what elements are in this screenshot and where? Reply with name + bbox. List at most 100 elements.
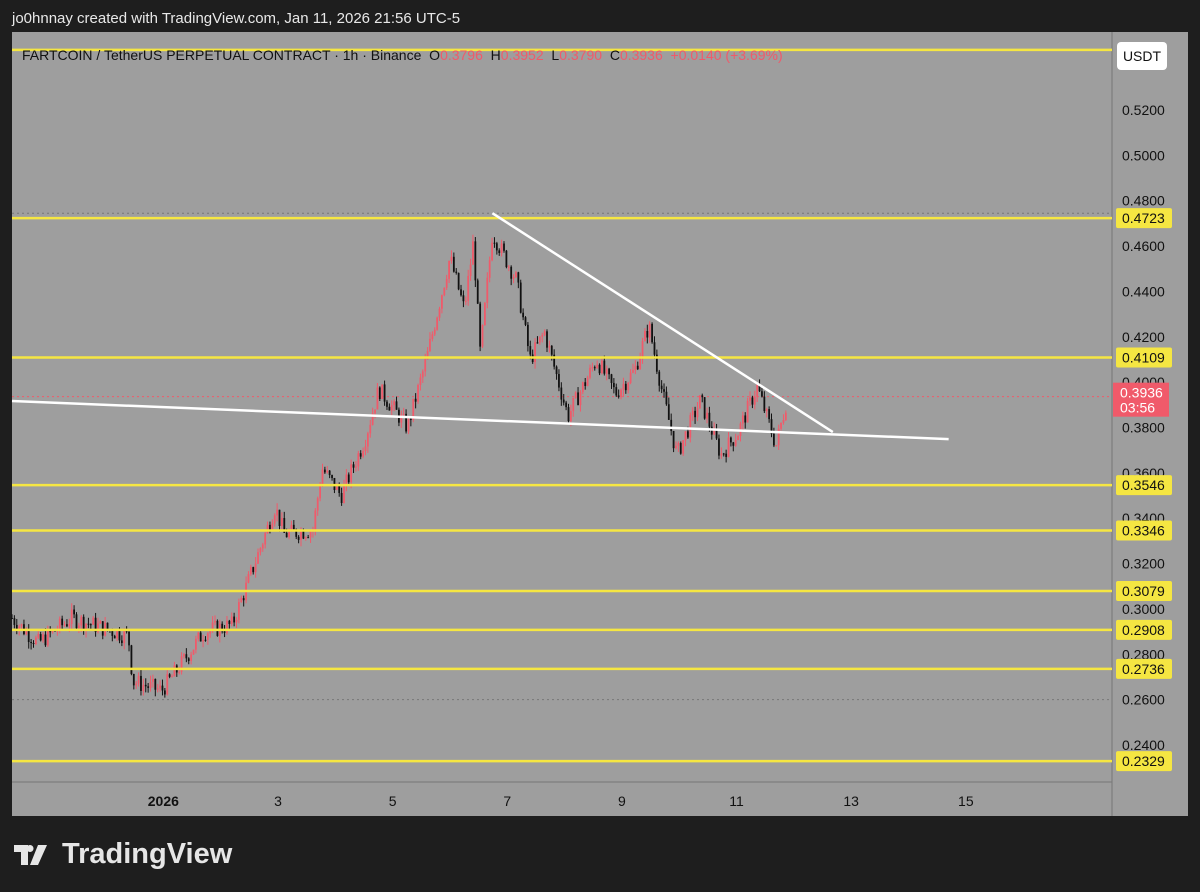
candle-body <box>608 368 610 375</box>
candle-body <box>620 389 622 398</box>
candle-body <box>725 453 728 457</box>
candle-body <box>455 271 458 273</box>
candle-body <box>252 567 255 573</box>
candle-body <box>749 397 751 401</box>
candle-body <box>622 383 625 390</box>
candle-body <box>591 367 594 369</box>
price-chart[interactable]: 0.52000.50000.48000.46000.44000.42000.40… <box>0 0 1200 892</box>
candle-body <box>574 392 577 398</box>
candle-body <box>510 266 513 279</box>
candle-body <box>340 493 343 503</box>
candle-body <box>488 260 491 278</box>
time-tick-label: 11 <box>729 793 744 809</box>
candle-body <box>171 676 173 678</box>
candle-body <box>237 602 240 620</box>
time-tick-label: 2026 <box>148 793 179 809</box>
trendline[interactable] <box>11 399 949 441</box>
price-tick-label: 0.4400 <box>1122 283 1165 299</box>
candle-body <box>498 250 501 253</box>
price-tick-label: 0.3800 <box>1122 420 1165 436</box>
candle-body <box>159 685 161 689</box>
candle-body <box>230 616 233 624</box>
symbol-title: FARTCOIN / TetherUS PERPETUAL CONTRACT ·… <box>22 47 422 63</box>
candle-body <box>364 446 367 452</box>
candle-body <box>701 395 704 398</box>
candle-body <box>421 371 424 378</box>
level-price-label: 0.2329 <box>1122 753 1165 769</box>
candle-body <box>730 437 732 443</box>
candle-body <box>558 374 560 388</box>
candle-body <box>409 418 412 421</box>
candle-body <box>612 382 615 388</box>
candle-body <box>30 642 33 644</box>
candle-body <box>462 295 465 302</box>
candle-body <box>660 385 663 390</box>
tradingview-logo: TradingView <box>14 838 232 871</box>
candle-body <box>70 609 73 624</box>
candle-body <box>519 282 522 313</box>
price-tick-label: 0.2400 <box>1122 737 1165 753</box>
candle-body <box>388 406 391 411</box>
candle-body <box>732 442 735 446</box>
candle-body <box>402 413 405 415</box>
candle-body <box>390 405 393 411</box>
candle-body <box>646 330 649 338</box>
candle-body <box>300 530 302 540</box>
candle-body <box>178 671 181 673</box>
candle-body <box>132 673 135 686</box>
candle-body <box>386 401 388 407</box>
candle-body <box>722 453 725 455</box>
candle-body <box>328 470 331 476</box>
candle-body <box>154 678 157 690</box>
candle-body <box>417 384 419 402</box>
candle-body <box>562 399 565 403</box>
candle-body <box>479 303 482 347</box>
candle-body <box>641 341 644 358</box>
candle-body <box>696 408 699 418</box>
candle-body <box>302 530 305 539</box>
candle-body <box>569 411 572 422</box>
high-value: 0.3952 <box>500 47 544 63</box>
candle-body <box>292 524 295 530</box>
candle-body <box>627 382 630 391</box>
candle-body <box>517 272 520 283</box>
candle-body <box>560 387 563 400</box>
candle-body <box>780 422 782 429</box>
candle-body <box>44 634 47 646</box>
candle-body <box>503 243 505 251</box>
candle-body <box>484 302 486 325</box>
candle-body <box>235 619 238 623</box>
candle-body <box>326 470 329 473</box>
candle-body <box>80 616 83 626</box>
candle-body <box>195 638 197 650</box>
candle-body <box>474 241 477 281</box>
candle-body <box>280 518 283 526</box>
candle-body <box>190 654 193 661</box>
change-value: +0.0140 (+3.69%) <box>670 47 783 63</box>
candle-body <box>204 639 207 641</box>
candle-body <box>223 631 226 633</box>
candle-body <box>457 272 460 290</box>
candle-body <box>644 330 646 342</box>
candle-body <box>123 630 126 644</box>
candle-body <box>359 453 362 457</box>
candle-body <box>216 620 219 636</box>
candle-body <box>352 464 355 468</box>
trendline[interactable] <box>491 212 834 434</box>
currency-button[interactable]: USDT <box>1117 42 1167 70</box>
candle-body <box>120 640 123 644</box>
candle-body <box>718 438 720 456</box>
candle-body <box>249 567 252 575</box>
candle-body <box>161 685 164 691</box>
candle-body <box>228 620 231 624</box>
candle-body <box>460 289 462 296</box>
candle-body <box>579 392 582 406</box>
candle-body <box>634 365 637 371</box>
candle-body <box>149 681 152 688</box>
candle-body <box>278 509 281 526</box>
candle-body <box>264 533 267 545</box>
price-tick-label: 0.4600 <box>1122 238 1165 254</box>
candle-body <box>438 308 441 318</box>
low-value: 0.3790 <box>559 47 603 63</box>
candle-body <box>214 620 216 623</box>
